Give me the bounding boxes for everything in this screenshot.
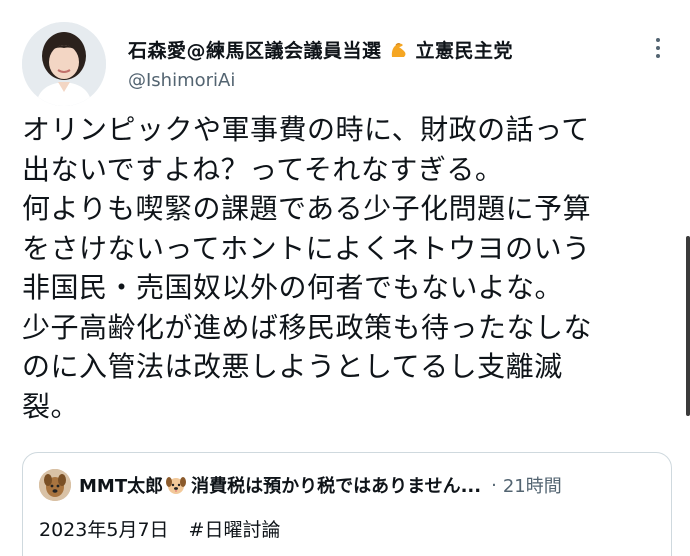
tweet-line: をさけないってホントによくネトウヨのいう — [22, 231, 591, 265]
quoted-hashtag[interactable]: #日曜討論 — [189, 519, 281, 541]
dog-icon — [165, 474, 187, 496]
quoted-display-title: 消費税は預かり税ではありません... — [191, 476, 482, 497]
quoted-author-avatar[interactable] — [39, 469, 71, 501]
tweet-line: 少子高齢化が進めば移民政策も待ったなしな — [22, 310, 593, 344]
tweet-line: 非国民・売国奴以外の何者でもないよな。 — [22, 271, 563, 304]
tweet-line: のに入管法は改悪しようとしてるし支離滅 — [22, 350, 563, 383]
tweet-card: 石森愛@練馬区議会議員当選 立憲民主党 @IshimoriAi オリンピックや軍… — [0, 0, 690, 556]
author-name-row[interactable]: 石森愛@練馬区議会議員当選 立憲民主党 — [128, 36, 513, 63]
author-handle[interactable]: @IshimoriAi — [128, 70, 235, 91]
tweet-text: オリンピックや軍事費の時に、財政の話って 出ないですよね？ってそれなすぎる。 何… — [22, 110, 672, 426]
tweet-line: オリンピックや軍事費の時に、財政の話って — [22, 113, 590, 146]
quoted-author-name[interactable]: MMT太郎 — [79, 472, 163, 498]
quoted-tweet-body: 2023年5月7日 #日曜討論 — [39, 515, 280, 542]
scrollbar[interactable] — [686, 236, 690, 416]
author-party: 立憲民主党 — [415, 40, 514, 62]
tweet-line: 出ないですよね？ってそれなすぎる。 — [22, 152, 504, 186]
quoted-date: 2023年5月7日 — [39, 519, 169, 541]
author-avatar[interactable] — [22, 22, 106, 106]
quoted-separator: · — [491, 474, 497, 496]
tweet-line: 何よりも喫緊の課題である少子化問題に予算 — [22, 192, 592, 225]
quoted-tweet-header: MMT太郎 消費税は預かり税ではありません... · 21時間 — [39, 469, 655, 501]
quoted-timestamp[interactable]: 21時間 — [503, 472, 562, 498]
more-options-icon[interactable] — [646, 34, 670, 62]
quoted-tweet[interactable]: MMT太郎 消費税は預かり税ではありません... · 21時間 2023年5月7… — [22, 452, 672, 556]
flexed-arm-icon — [388, 39, 410, 61]
author-display-name[interactable]: 石森愛@練馬区議会議員当選 — [128, 36, 382, 63]
avatar-photo-icon — [22, 22, 106, 106]
tweet-line: 裂。 — [22, 389, 80, 423]
